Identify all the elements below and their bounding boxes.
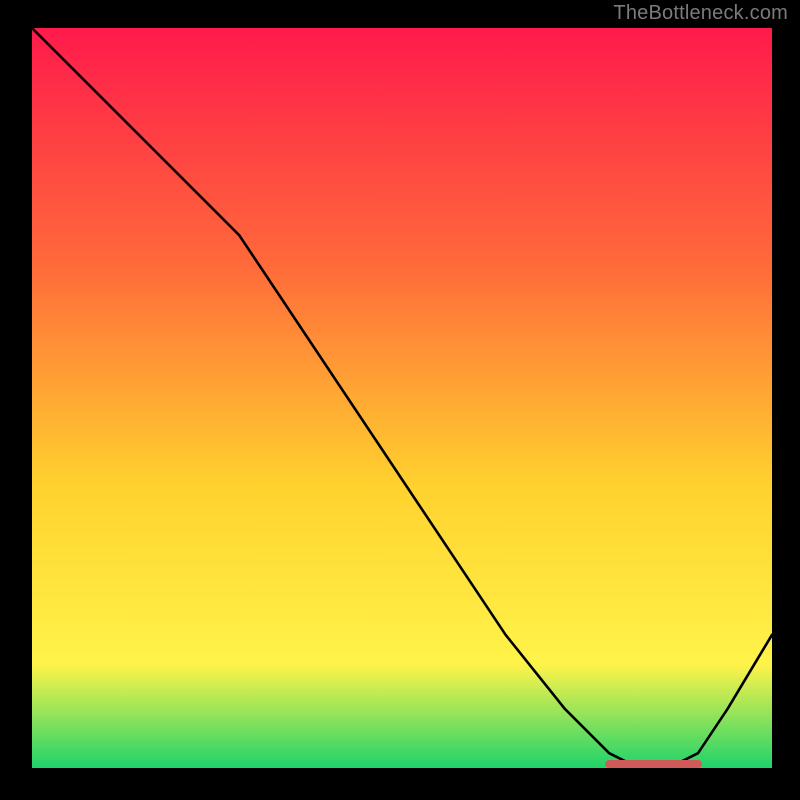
chart-stage: TheBottleneck.com — [0, 0, 800, 800]
watermark-text: TheBottleneck.com — [613, 2, 788, 25]
plot-svg — [32, 28, 772, 768]
plot-frame — [32, 28, 772, 768]
